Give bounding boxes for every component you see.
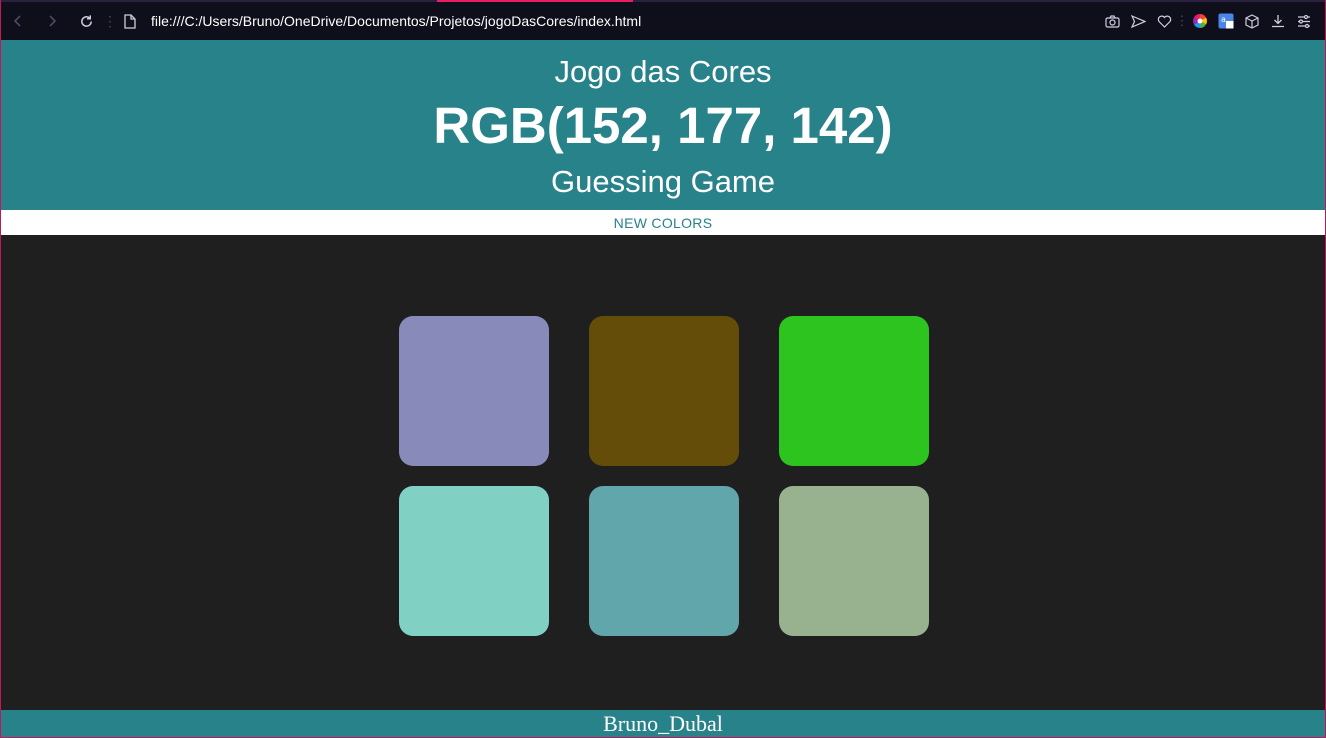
download-icon[interactable] [1265, 1, 1291, 41]
game-header: Jogo das Cores RGB(152, 177, 142) Guessi… [1, 40, 1325, 210]
toolbar-separator: ⋮ [1175, 13, 1189, 28]
color-square[interactable] [399, 486, 549, 636]
svg-text:a: a [1221, 15, 1226, 24]
page-subtitle: Guessing Game [551, 164, 775, 199]
forward-icon[interactable] [35, 1, 69, 41]
toolbar-right-icons: ⋮ a [1099, 1, 1317, 41]
toolbar-separator: ⋮ [103, 12, 117, 29]
translate-icon[interactable]: a [1213, 1, 1239, 41]
settings-sliders-icon[interactable] [1291, 1, 1317, 41]
cube-icon[interactable] [1239, 1, 1265, 41]
browser-toolbar: ⋮ file:///C:/Users/Bruno/OneDrive/Docume… [1, 0, 1325, 40]
page-icon[interactable] [115, 1, 145, 41]
color-square[interactable] [589, 486, 739, 636]
color-wheel-icon[interactable] [1187, 1, 1213, 41]
rgb-target-display: RGB(152, 177, 142) [433, 97, 893, 154]
camera-icon[interactable] [1099, 1, 1125, 41]
send-icon[interactable] [1125, 1, 1151, 41]
menu-bar: NEW COLORS [1, 210, 1325, 235]
color-squares-grid [399, 316, 929, 636]
color-square[interactable] [779, 316, 929, 466]
heart-icon[interactable] [1151, 1, 1177, 41]
color-square[interactable] [589, 316, 739, 466]
color-square[interactable] [779, 486, 929, 636]
address-bar[interactable]: file:///C:/Users/Bruno/OneDrive/Document… [151, 13, 1099, 29]
footer: Bruno_Dubal [1, 710, 1325, 737]
reload-icon[interactable] [69, 1, 103, 41]
new-colors-button[interactable]: NEW COLORS [608, 213, 719, 233]
page-title: Jogo das Cores [554, 54, 772, 89]
active-tab-indicator [437, 0, 633, 2]
back-icon[interactable] [1, 1, 35, 41]
browser-window: ⋮ file:///C:/Users/Bruno/OneDrive/Docume… [0, 0, 1326, 738]
color-square[interactable] [399, 316, 549, 466]
